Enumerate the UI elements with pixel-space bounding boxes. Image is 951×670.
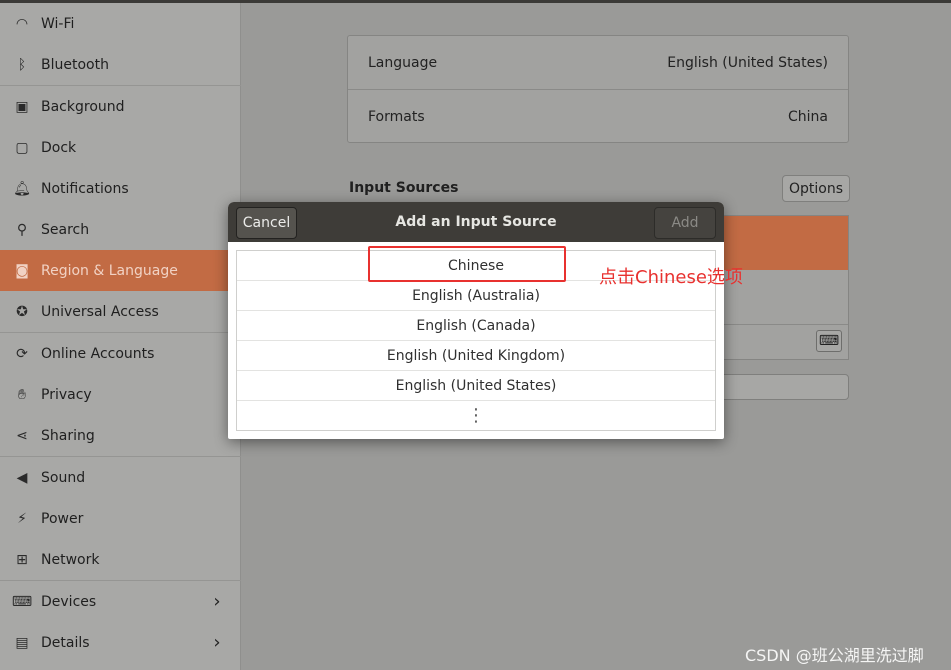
sidebar-item-power[interactable]: ⚡︎ Power bbox=[0, 498, 241, 539]
sidebar-item-label: Network bbox=[41, 551, 100, 568]
sidebar-item-online-accounts[interactable]: ⟳ Online Accounts bbox=[0, 333, 241, 374]
sidebar-item-label: Sound bbox=[41, 469, 86, 486]
add-input-source-dialog: Add an Input Source Cancel Add Chinese E… bbox=[228, 202, 724, 439]
bell-icon: 🔔︎ bbox=[13, 180, 31, 197]
share-icon: ⋖ bbox=[16, 427, 28, 444]
list-item-english-us[interactable]: English (United States) bbox=[237, 371, 715, 401]
sidebar-item-sharing[interactable]: ⋖ Sharing bbox=[0, 415, 241, 456]
sidebar-item-label: Sharing bbox=[41, 427, 95, 444]
list-item-english-canada[interactable]: English (Canada) bbox=[237, 311, 715, 341]
sidebar-item-label: Devices bbox=[41, 593, 97, 610]
sidebar-item-bluetooth[interactable]: ᛒ Bluetooth bbox=[0, 44, 241, 85]
dialog-header: Add an Input Source bbox=[228, 202, 724, 242]
annotation-highlight-box bbox=[368, 246, 566, 282]
formats-value: China bbox=[788, 108, 828, 125]
power-icon: ⚡︎ bbox=[17, 510, 27, 527]
sidebar-item-label: Dock bbox=[41, 139, 77, 156]
network-icon: ⊞ bbox=[16, 551, 28, 568]
language-row[interactable]: Language English (United States) bbox=[348, 36, 848, 89]
sidebar-item-label: Power bbox=[41, 510, 84, 527]
sidebar-item-label: Online Accounts bbox=[41, 345, 155, 362]
hand-icon: ✋︎ bbox=[18, 386, 26, 403]
sidebar-item-wifi[interactable]: ◠ Wi-Fi bbox=[0, 3, 241, 44]
speaker-icon: ◀ bbox=[16, 469, 28, 486]
chevron-right-icon: › bbox=[213, 632, 221, 653]
sidebar-item-region-language[interactable]: ◙ Region & Language bbox=[0, 250, 241, 291]
sidebar-item-label: Background bbox=[41, 98, 125, 115]
chevron-right-icon: › bbox=[213, 591, 221, 612]
watermark: CSDN @班公湖里洗过脚 bbox=[745, 646, 924, 665]
input-sources-title: Input Sources bbox=[349, 180, 459, 196]
sidebar-item-label: Search bbox=[41, 221, 90, 238]
online-accounts-icon: ⟳ bbox=[16, 345, 28, 362]
search-icon: ⚲ bbox=[16, 221, 28, 238]
sidebar-item-label: Wi-Fi bbox=[41, 15, 75, 32]
sidebar-item-label: Details bbox=[41, 634, 90, 651]
wifi-icon: ◠ bbox=[15, 15, 29, 32]
background-icon: ▣ bbox=[15, 98, 29, 115]
devices-icon: ⌨ bbox=[11, 593, 33, 610]
keyboard-glyph: ⌨ bbox=[818, 333, 840, 349]
sidebar-item-universal-access[interactable]: ✪ Universal Access bbox=[0, 291, 241, 332]
sidebar-item-devices[interactable]: ⌨ Devices › bbox=[0, 581, 241, 622]
dialog-title: Add an Input Source bbox=[395, 214, 557, 230]
settings-sidebar: ◠ Wi-Fi ᛒ Bluetooth ▣ Background ▢ Dock … bbox=[0, 3, 241, 670]
sidebar-item-background[interactable]: ▣ Background bbox=[0, 86, 241, 127]
annotation-text: 点击Chinese选项 bbox=[599, 267, 743, 288]
formats-label: Formats bbox=[368, 108, 425, 125]
list-item-english-uk[interactable]: English (United Kingdom) bbox=[237, 341, 715, 371]
sidebar-item-details[interactable]: ▤ Details › bbox=[0, 622, 241, 663]
language-formats-card: Language English (United States) Formats… bbox=[347, 35, 849, 143]
sidebar-item-sound[interactable]: ◀ Sound bbox=[0, 457, 241, 498]
sidebar-item-label: Privacy bbox=[41, 386, 92, 403]
bluetooth-icon: ᛒ bbox=[17, 56, 27, 73]
more-items-row[interactable]: ⋮ bbox=[237, 401, 715, 431]
keyboard-icon[interactable]: ⌨ bbox=[816, 330, 842, 352]
more-dots-icon: ⋮ bbox=[467, 405, 485, 426]
language-label: Language bbox=[368, 54, 438, 71]
dock-icon: ▢ bbox=[15, 139, 29, 156]
sidebar-item-label: Notifications bbox=[41, 180, 129, 197]
camera-icon: ◙ bbox=[15, 262, 29, 279]
sidebar-item-search[interactable]: ⚲ Search bbox=[0, 209, 241, 250]
options-button[interactable]: Options bbox=[782, 175, 851, 202]
sidebar-item-label: Region & Language bbox=[41, 262, 178, 279]
language-value: English (United States) bbox=[667, 54, 828, 71]
add-button[interactable]: Add bbox=[654, 207, 716, 239]
cancel-button[interactable]: Cancel bbox=[236, 207, 297, 239]
sidebar-item-network[interactable]: ⊞ Network bbox=[0, 539, 241, 580]
sidebar-item-privacy[interactable]: ✋︎ Privacy bbox=[0, 374, 241, 415]
sidebar-item-notifications[interactable]: 🔔︎ Notifications bbox=[0, 168, 241, 209]
sidebar-item-label: Bluetooth bbox=[41, 56, 109, 73]
sidebar-item-dock[interactable]: ▢ Dock bbox=[0, 127, 241, 168]
accessibility-icon: ✪ bbox=[16, 303, 28, 320]
sidebar-item-label: Universal Access bbox=[41, 303, 159, 320]
details-icon: ▤ bbox=[15, 634, 29, 651]
formats-row[interactable]: Formats China bbox=[348, 90, 848, 143]
